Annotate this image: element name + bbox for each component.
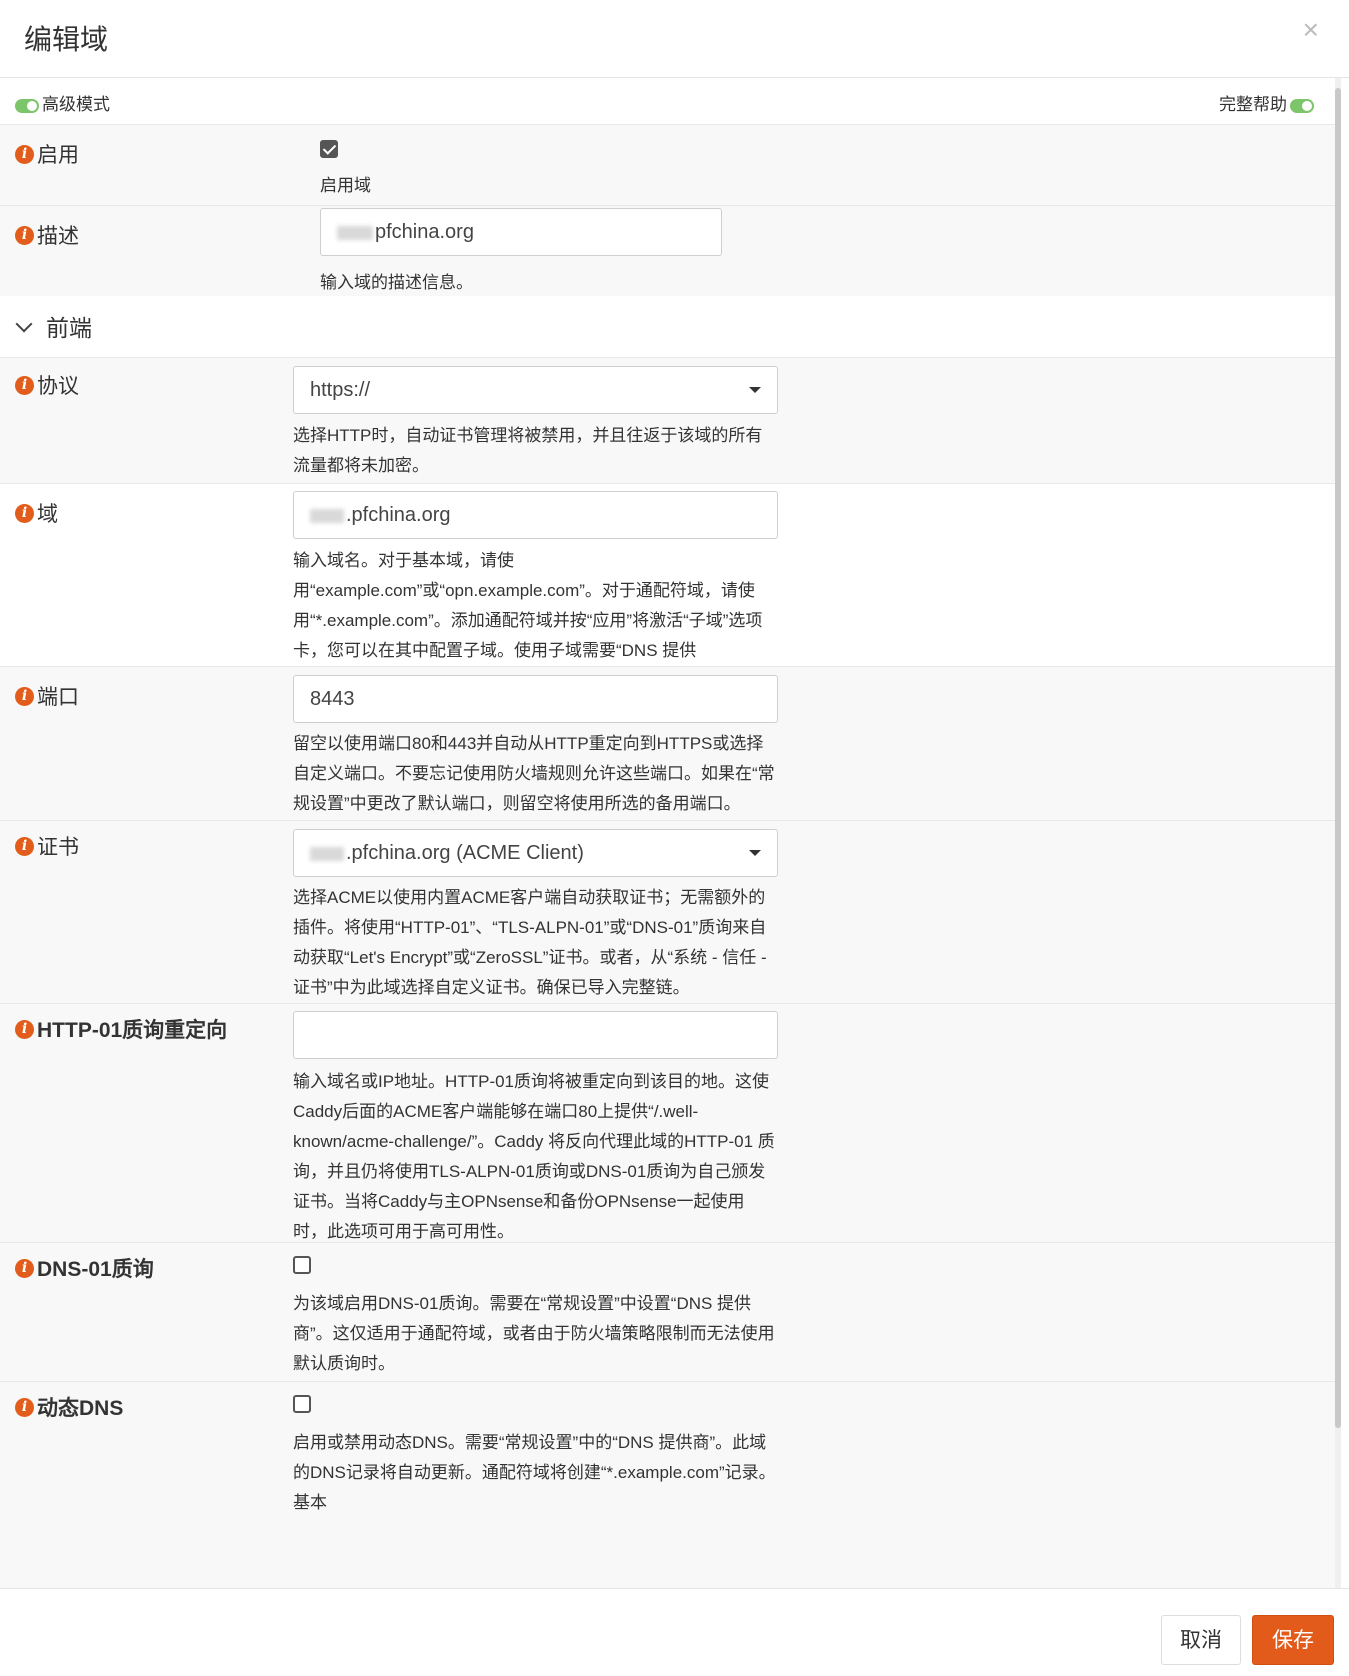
redacted-text xyxy=(310,508,344,523)
save-button[interactable]: 保存 xyxy=(1252,1615,1334,1665)
toggle-on-icon[interactable] xyxy=(15,98,39,113)
section-title-frontend: 前端 xyxy=(46,315,92,341)
modal-footer: 取消 保存 xyxy=(0,1588,1349,1676)
mode-toolbar: 高级模式 完整帮助 xyxy=(0,78,1336,125)
info-icon[interactable]: i xyxy=(15,1019,34,1039)
close-icon[interactable]: × xyxy=(1303,16,1319,44)
enabled-help: 启用域 xyxy=(320,176,371,195)
field-label-port: i 端口 xyxy=(15,681,79,711)
info-icon[interactable]: i xyxy=(15,1397,34,1417)
info-icon[interactable]: i xyxy=(15,503,34,523)
description-input[interactable]: pfchina.org xyxy=(320,208,722,256)
field-label-domain: i域 xyxy=(15,498,58,528)
dynamic-dns-help: 启用或禁用动态DNS。需要“常规设置”中的“DNS 提供商”。此域的DNS记录将… xyxy=(293,1433,776,1512)
info-icon[interactable]: i xyxy=(15,836,34,856)
row-port: i 端口 8443 留空以使用端口80和443并自动从HTTP重定向到HTTPS或… xyxy=(0,667,1336,821)
field-label-protocol: i 协议 xyxy=(15,370,79,400)
row-description: i 描述 pfchina.org 输入域的描述信息。 xyxy=(0,206,1336,296)
http01-redirect-input[interactable] xyxy=(293,1011,778,1059)
row-dns01: i DNS-01质询 为该域启用DNS-01质询。需要在“常规设置”中设置“DNS… xyxy=(0,1243,1336,1382)
chevron-down-icon[interactable] xyxy=(15,315,33,333)
field-label-description: i 描述 xyxy=(15,220,79,250)
info-icon[interactable]: i xyxy=(15,375,34,395)
port-input[interactable]: 8443 xyxy=(293,675,778,723)
protocol-help: 选择HTTP时，自动证书管理将被禁用，并且往返于该域的所有流量都将未加密。 xyxy=(293,426,763,475)
protocol-select[interactable]: https:// xyxy=(293,366,778,414)
row-enabled: i 启用 启用域 xyxy=(0,125,1336,206)
scrollbar-thumb[interactable] xyxy=(1335,88,1341,1428)
certificate-select[interactable]: .pfchina.org (ACME Client) xyxy=(293,829,778,877)
row-certificate: i 证书 .pfchina.org (ACME Client) 选择ACME以使用… xyxy=(0,821,1336,1004)
row-dynamic-dns: i 动态DNS 启用或禁用动态DNS。需要“常规设置”中的“DNS 提供商”。此域… xyxy=(0,1382,1336,1588)
description-help: 输入域的描述信息。 xyxy=(320,273,473,292)
port-help: 留空以使用端口80和443并自动从HTTP重定向到HTTPS或选择自定义端口。不… xyxy=(293,734,775,813)
field-label-dns01: i DNS-01质询 xyxy=(15,1253,154,1283)
cancel-button[interactable]: 取消 xyxy=(1161,1615,1241,1665)
domain-input[interactable]: .pfchina.org xyxy=(293,491,778,539)
enabled-checkbox[interactable] xyxy=(320,140,338,158)
advanced-mode-toggle[interactable]: 高级模式 xyxy=(15,90,110,115)
info-icon[interactable]: i xyxy=(15,144,34,164)
row-domain: i域 .pfchina.org 输入域名。对于基本域，请使用“example.c… xyxy=(0,484,1336,690)
info-icon[interactable]: i xyxy=(15,1258,34,1278)
modal-body: 高级模式 完整帮助 i 启用 启用域 i 描述 pfchina.org 输入域的描述… xyxy=(0,78,1349,1588)
dynamic-dns-checkbox[interactable] xyxy=(293,1395,311,1413)
info-icon[interactable]: i xyxy=(15,225,34,245)
redacted-text xyxy=(337,225,373,240)
modal-header: 编辑域 × xyxy=(0,0,1349,78)
full-help-toggle[interactable]: 完整帮助 xyxy=(1219,90,1314,115)
field-label-http01-redirect: i HTTP-01质询重定向 xyxy=(15,1014,227,1044)
redacted-text xyxy=(310,846,344,861)
dns01-checkbox[interactable] xyxy=(293,1256,311,1274)
scrollbar[interactable] xyxy=(1335,78,1341,1588)
row-http01-redirect: i HTTP-01质询重定向 输入域名或IP地址。HTTP-01质询将被重定向到该… xyxy=(0,1004,1336,1243)
modal-title: 编辑域 xyxy=(24,24,109,55)
section-frontend[interactable]: 前端 xyxy=(0,296,1336,358)
field-label-dynamic-dns: i 动态DNS xyxy=(15,1392,123,1422)
http01-redirect-help: 输入域名或IP地址。HTTP-01质询将被重定向到该目的地。这使Caddy后面的… xyxy=(293,1072,775,1241)
field-label-enabled: i 启用 xyxy=(15,139,79,169)
edit-domain-modal: 编辑域 × 高级模式 完整帮助 i 启用 启用域 i 描述 pfchina.or… xyxy=(0,0,1349,1676)
field-label-certificate: i 证书 xyxy=(15,831,79,861)
advanced-mode-label: 高级模式 xyxy=(42,95,110,114)
dns01-help: 为该域启用DNS-01质询。需要在“常规设置”中设置“DNS 提供商”。这仅适用… xyxy=(293,1294,775,1373)
certificate-help: 选择ACME以使用内置ACME客户端自动获取证书；无需额外的插件。将使用“HTT… xyxy=(293,888,767,997)
info-icon[interactable]: i xyxy=(15,686,34,706)
toggle-on-icon[interactable] xyxy=(1290,98,1314,113)
full-help-label: 完整帮助 xyxy=(1219,95,1287,114)
row-protocol: i 协议 https:// 选择HTTP时，自动证书管理将被禁用，并且往返于该域的… xyxy=(0,358,1336,484)
